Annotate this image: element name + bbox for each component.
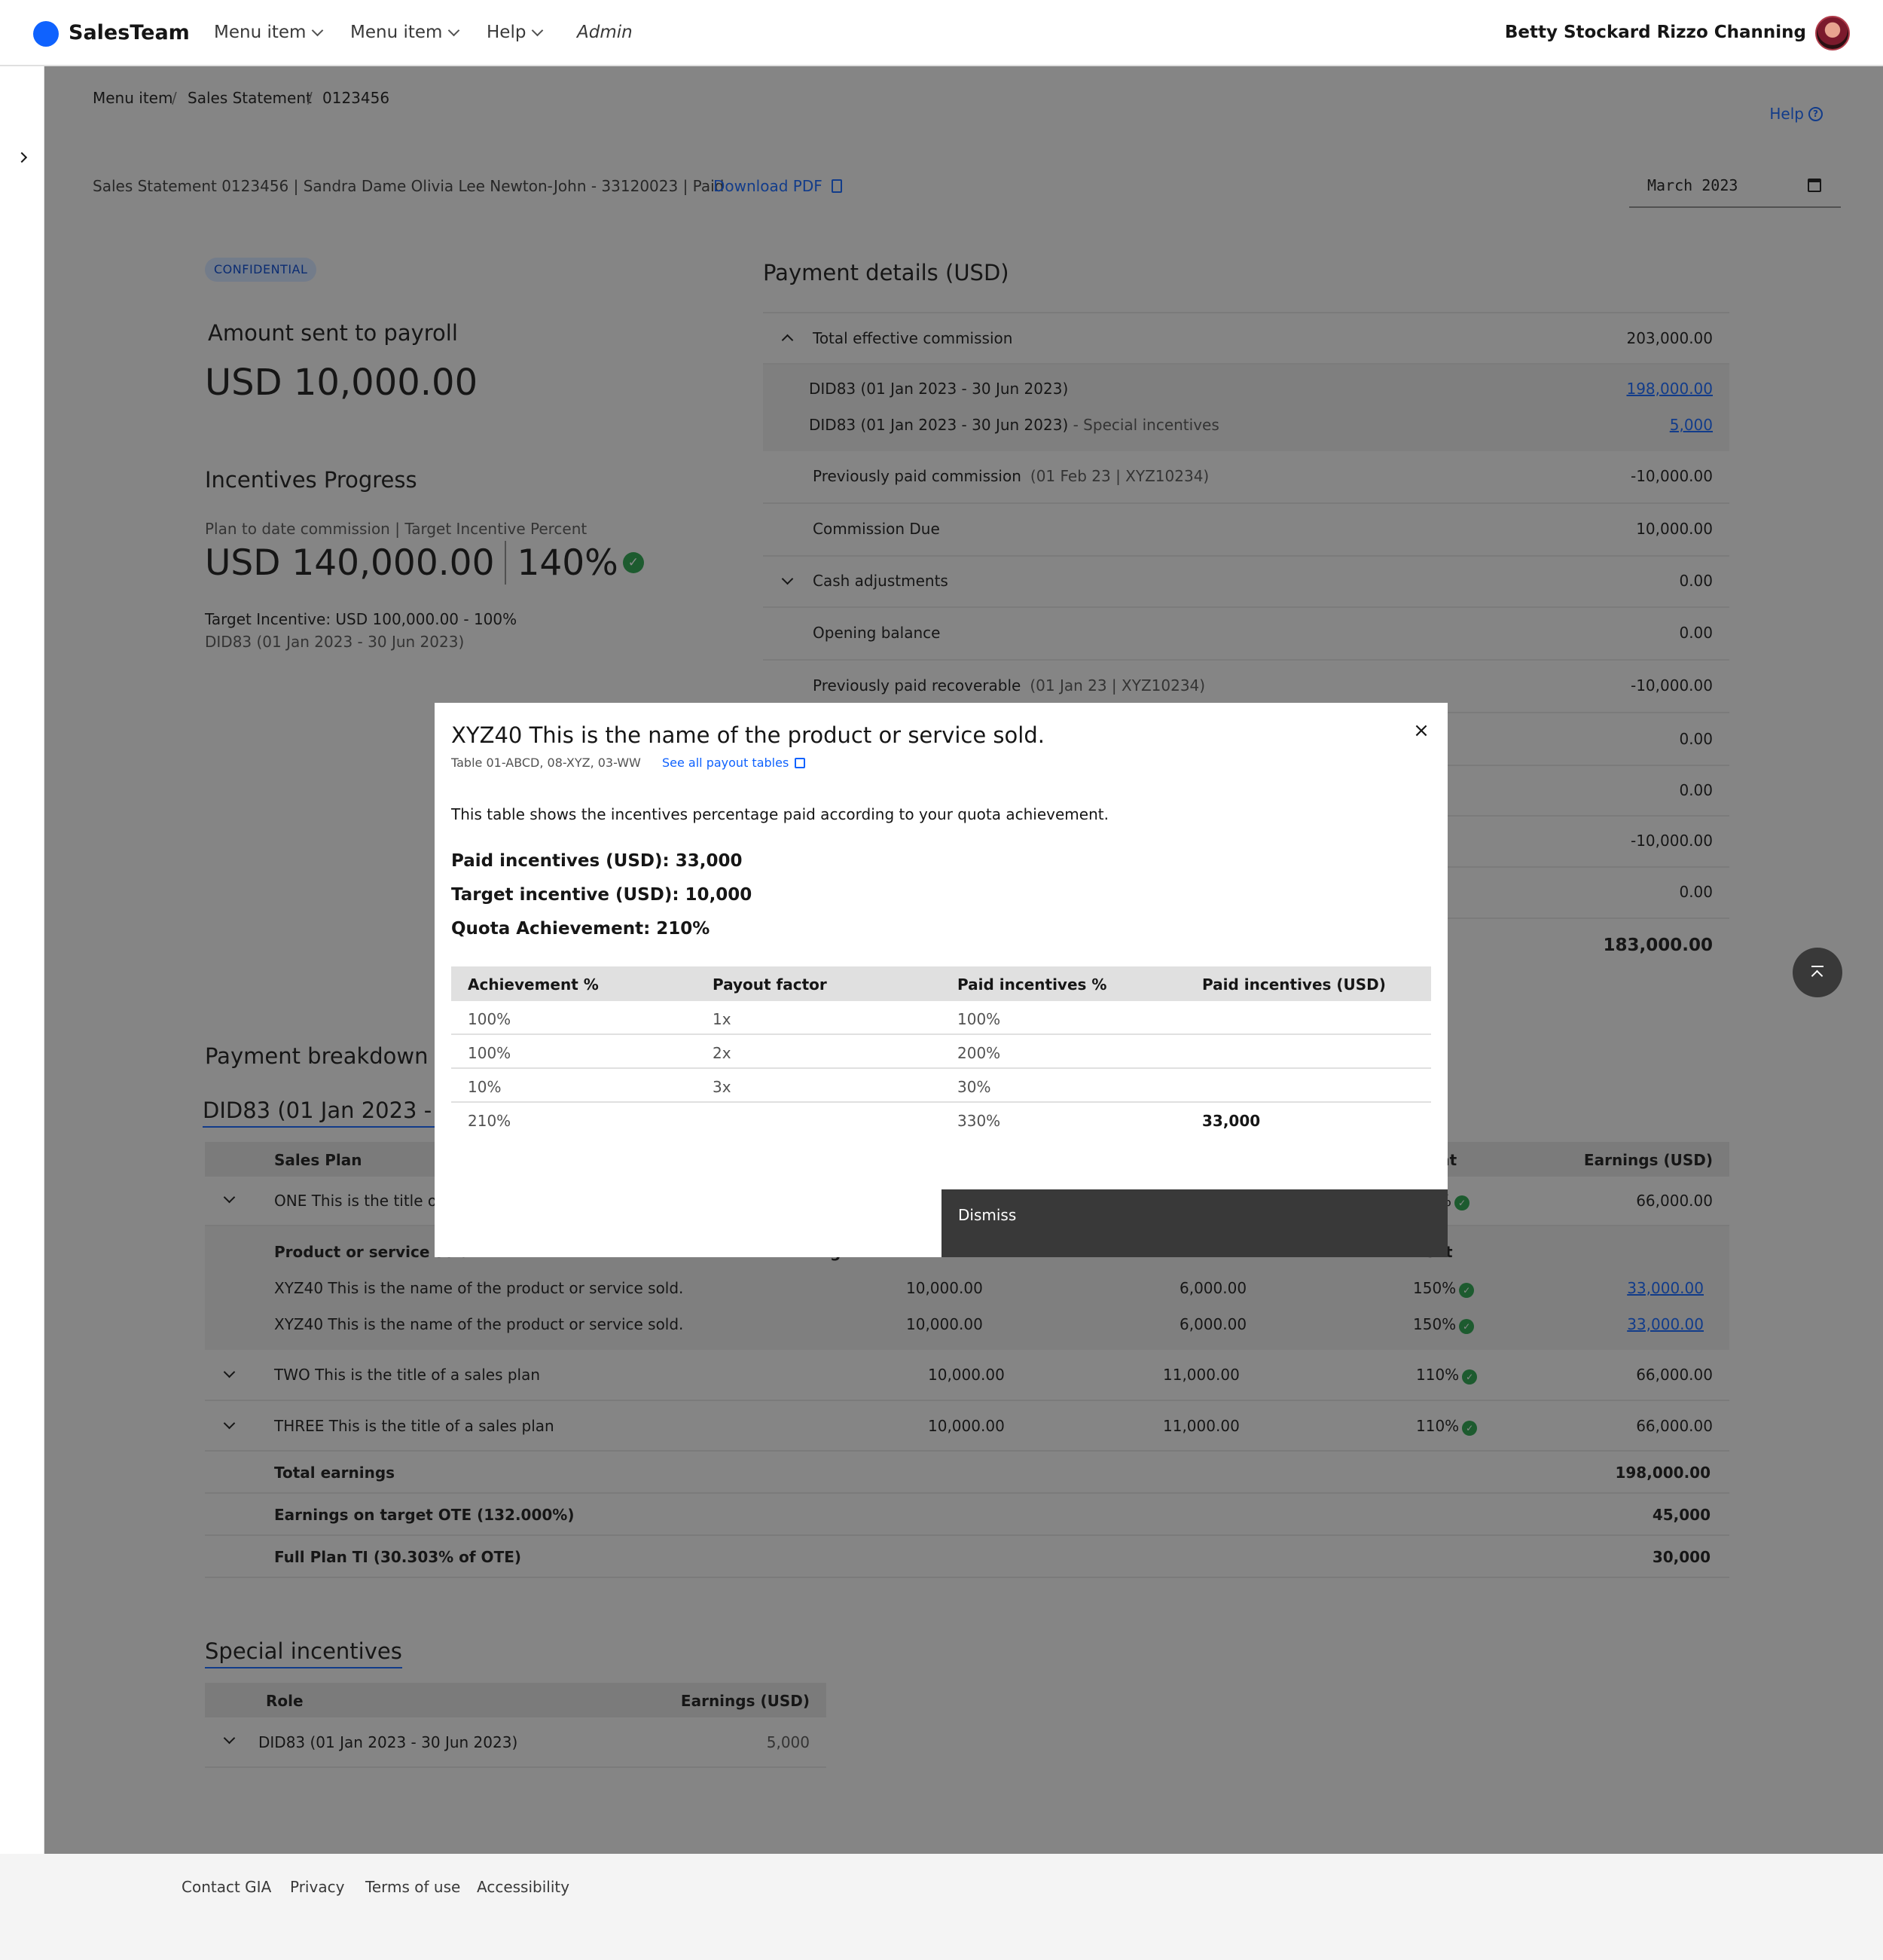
nav-menu-item-2[interactable]: Menu item xyxy=(350,23,460,42)
column-header: Paid incentives % xyxy=(957,975,1107,994)
footer-link-accessibility[interactable]: Accessibility xyxy=(477,1878,569,1896)
dismiss-button[interactable]: Dismiss xyxy=(942,1189,1448,1257)
table-row-total: 210% 330% 33,000 xyxy=(451,1103,1431,1137)
column-header: Paid incentives (USD) xyxy=(1202,975,1386,994)
column-header: Payout factor xyxy=(713,975,827,994)
footer: Contact GIA Privacy Terms of use Accessi… xyxy=(0,1854,1883,1960)
nav-help-menu[interactable]: Help xyxy=(487,23,544,42)
nav-label: Help xyxy=(487,23,526,42)
target-incentive: Target incentive (USD): 10,000 xyxy=(451,885,752,905)
payout-table-header: Achievement % Payout factor Paid incenti… xyxy=(451,966,1431,1001)
cell: 100% xyxy=(468,1044,511,1062)
table-row: 100% 2x 200% xyxy=(451,1035,1431,1069)
cell: 10% xyxy=(468,1078,502,1096)
footer-link-privacy[interactable]: Privacy xyxy=(290,1878,344,1896)
see-all-payout-tables-link[interactable]: See all payout tables xyxy=(662,756,806,770)
user-name[interactable]: Betty Stockard Rizzo Channing xyxy=(1505,23,1806,42)
brand-logo-icon xyxy=(33,21,59,47)
cell: 100% xyxy=(468,1010,511,1028)
payout-table-modal: XYZ40 This is the name of the product or… xyxy=(435,703,1448,1257)
bar-icon xyxy=(1811,966,1823,967)
modal-subtitle: Table 01-ABCD, 08-XYZ, 03-WW xyxy=(451,756,641,770)
launch-icon xyxy=(795,757,806,768)
cell: 1x xyxy=(713,1010,731,1028)
modal-footer-spacer xyxy=(435,1189,942,1257)
top-navigation: SalesTeam Menu item Menu item Help Admin… xyxy=(0,0,1883,66)
cell: 100% xyxy=(957,1010,1001,1028)
quota-achievement: Quota Achievement: 210% xyxy=(451,919,710,939)
cell: 3x xyxy=(713,1078,731,1096)
chevron-down-icon xyxy=(448,24,460,36)
brand-name[interactable]: SalesTeam xyxy=(69,21,190,44)
cell: 30% xyxy=(957,1078,991,1096)
table-row: 100% 1x 100% xyxy=(451,1001,1431,1035)
nav-admin[interactable]: Admin xyxy=(577,23,633,42)
nav-label: Menu item xyxy=(214,23,307,42)
paid-incentives: Paid incentives (USD): 33,000 xyxy=(451,851,743,871)
cell: 330% xyxy=(957,1112,1001,1130)
table-row: 10% 3x 30% xyxy=(451,1069,1431,1103)
side-rail xyxy=(0,66,44,1854)
cell: 210% xyxy=(468,1112,511,1130)
footer-link-contact[interactable]: Contact GIA xyxy=(182,1878,271,1896)
cell: 2x xyxy=(713,1044,731,1062)
close-icon[interactable]: × xyxy=(1411,721,1431,740)
avatar[interactable] xyxy=(1815,16,1850,50)
cell: 33,000 xyxy=(1202,1112,1261,1130)
cell: 200% xyxy=(957,1044,1001,1062)
modal-title: XYZ40 This is the name of the product or… xyxy=(451,722,1045,748)
nav-menu-item-1[interactable]: Menu item xyxy=(214,23,324,42)
dismiss-label: Dismiss xyxy=(958,1206,1017,1224)
chevron-down-icon xyxy=(532,24,544,36)
chevron-right-icon[interactable] xyxy=(16,151,28,163)
modal-description: This table shows the incentives percenta… xyxy=(451,805,1109,823)
arrow-up-icon xyxy=(1811,969,1823,982)
column-header: Achievement % xyxy=(468,975,599,994)
link-label: See all payout tables xyxy=(662,756,789,770)
footer-link-terms[interactable]: Terms of use xyxy=(365,1878,460,1896)
back-to-top-button[interactable] xyxy=(1793,948,1842,997)
chevron-down-icon xyxy=(312,24,324,36)
nav-label: Menu item xyxy=(350,23,443,42)
